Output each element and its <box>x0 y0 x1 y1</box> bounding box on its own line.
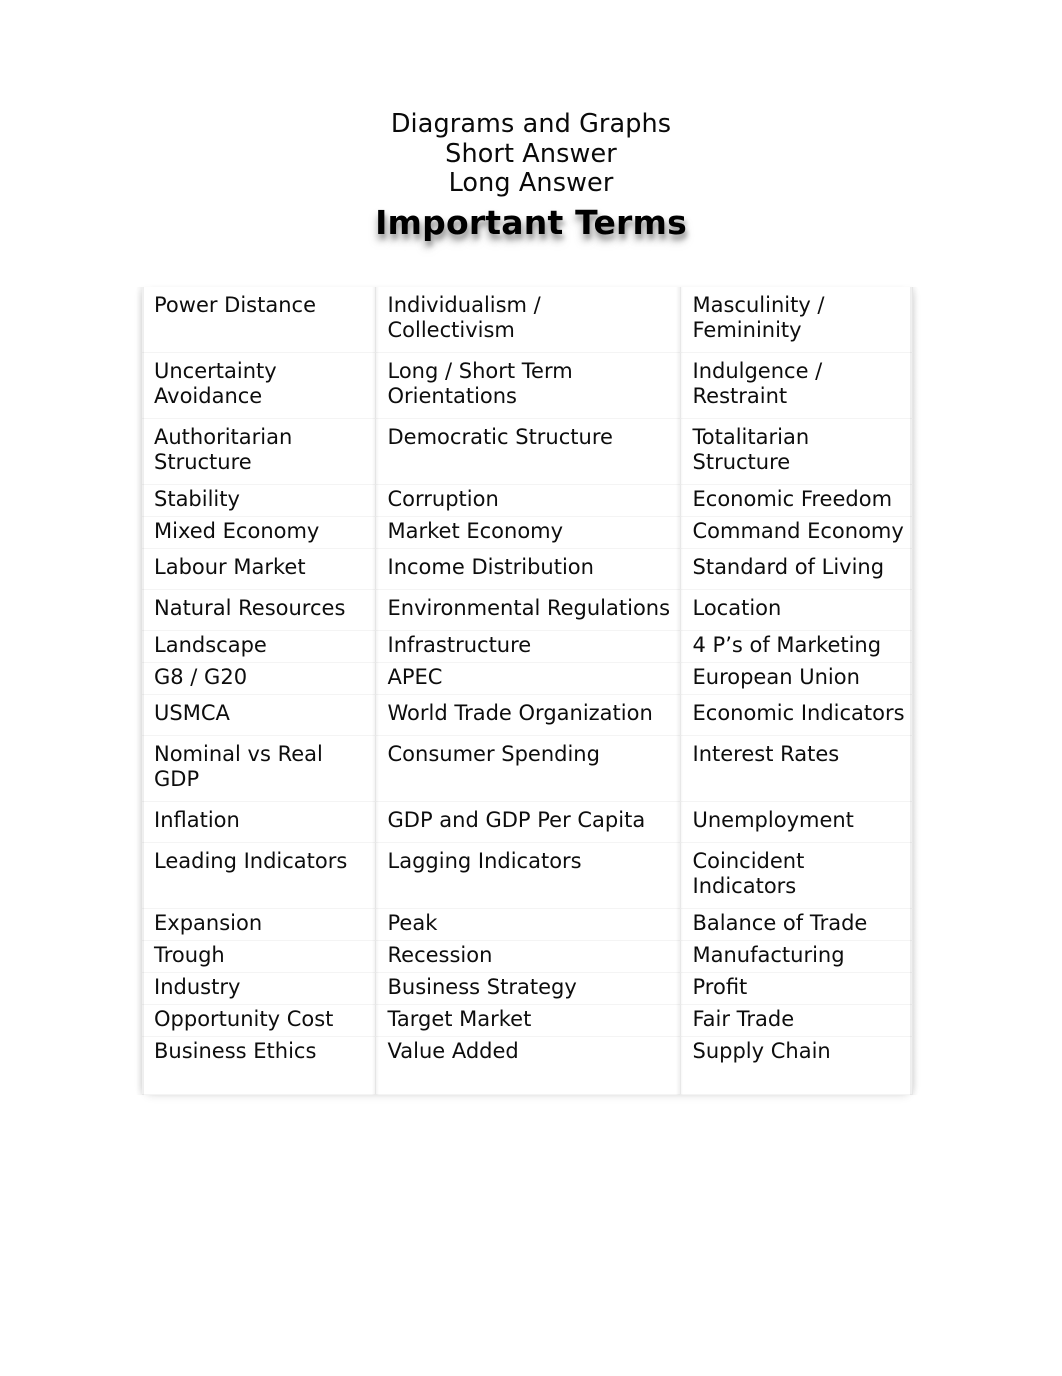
table-row: G8 / G20 APEC European Union <box>142 662 913 695</box>
table-cell: Democratic Structure <box>375 418 681 485</box>
table-cell: GDP and GDP Per Capita <box>375 801 681 843</box>
table-row: Nominal vs Real GDP Consumer Spending Inte… <box>142 735 913 802</box>
table-row: Trough Recession Manufacturing <box>142 940 913 973</box>
table-cell: Stability <box>142 484 376 517</box>
table-row: Landscape Infrastructure 4 P’s of Marketin… <box>142 630 913 663</box>
table-row: Inflation GDP and GDP Per Capita Unemploym… <box>142 801 913 843</box>
table-cell: Infrastructure <box>375 630 681 663</box>
table-row: Labour Market Income Distribution Standard… <box>142 548 913 590</box>
document-header: Diagrams and Graphs Short Answer Long An… <box>0 0 1062 243</box>
table-cell: Business Ethics <box>142 1036 376 1095</box>
table-cell: Fair Trade <box>680 1004 913 1037</box>
table-cell: Nominal vs Real GDP <box>142 735 376 802</box>
table-cell: Mixed Economy <box>142 516 376 549</box>
table-cell: Individualism / Collectivism <box>375 287 681 353</box>
table-cell: Totalitarian Structure <box>680 418 913 485</box>
table-cell: Landscape <box>142 630 376 663</box>
table-cell: Masculinity / Femininity <box>680 287 913 353</box>
page-title: Important Terms <box>375 202 687 242</box>
table-cell: Trough <box>142 940 376 973</box>
table-cell: Consumer Spending <box>375 735 681 802</box>
table-cell: Recession <box>375 940 681 973</box>
table-cell: APEC <box>375 662 681 695</box>
table-row: Mixed Economy Market Economy Command Econo… <box>142 516 913 549</box>
table-cell: USMCA <box>142 694 376 736</box>
table-cell: Standard of Living <box>680 548 913 590</box>
table-row: Power Distance Individualism / Collectivi… <box>142 287 913 353</box>
table-cell: Economic Indicators <box>680 694 913 736</box>
document-page: Diagrams and Graphs Short Answer Long An… <box>0 0 1062 1376</box>
table-cell: Target Market <box>375 1004 681 1037</box>
table-row: Stability Corruption Economic Freedom <box>142 484 913 517</box>
table-cell: Labour Market <box>142 548 376 590</box>
table-cell: Industry <box>142 972 376 1005</box>
table-cell: Expansion <box>142 908 376 941</box>
table-row: Expansion Peak Balance of Trade <box>142 908 913 941</box>
table-cell: Supply Chain <box>680 1036 913 1095</box>
table-cell: Inflation <box>142 801 376 843</box>
table-cell: Profit <box>680 972 913 1005</box>
table-cell: Coincident Indicators <box>680 842 913 909</box>
header-line-1: Diagrams and Graphs <box>390 109 672 139</box>
table-cell: G8 / G20 <box>142 662 376 695</box>
table-cell: Manufacturing <box>680 940 913 973</box>
table-row: Industry Business Strategy Profit <box>142 972 913 1005</box>
table-cell: Business Strategy <box>375 972 681 1005</box>
page-title-wrapper: Important Terms <box>0 203 1062 243</box>
table-cell: Peak <box>375 908 681 941</box>
table-cell: Value Added <box>375 1036 681 1095</box>
header-line-3: Long Answer <box>448 168 614 198</box>
table-cell: Leading Indicators <box>142 842 376 909</box>
table-cell: Market Economy <box>375 516 681 549</box>
table-cell: World Trade Organization <box>375 694 681 736</box>
table-row: Authoritarian Structure Democratic Struct… <box>142 418 913 485</box>
table-cell: Unemployment <box>680 801 913 843</box>
table-row: Natural Resources Environmental Regulatio… <box>142 589 913 631</box>
table-cell: Command Economy <box>680 516 913 549</box>
table-cell: Environmental Regulations <box>375 589 681 631</box>
table-cell: Uncertainty Avoidance <box>142 352 376 419</box>
table-cell: Opportunity Cost <box>142 1004 376 1037</box>
table-row: Business Ethics Value Added Supply Chain <box>142 1036 913 1095</box>
table-cell: Income Distribution <box>375 548 681 590</box>
table-cell: Location <box>680 589 913 631</box>
table-cell: Economic Freedom <box>680 484 913 517</box>
table-cell: Indulgence / Restraint <box>680 352 913 419</box>
table-row: Uncertainty Avoidance Long / Short Term O… <box>142 352 913 419</box>
important-terms-table: Power Distance Individualism / Collectivi… <box>142 287 913 1095</box>
table-cell: Authoritarian Structure <box>142 418 376 485</box>
table-row: USMCA World Trade Organization Economic In… <box>142 694 913 736</box>
table-cell: 4 P’s of Marketing <box>680 630 913 663</box>
table-cell: Long / Short Term Orientations <box>375 352 681 419</box>
important-terms-table-container: Power Distance Individualism / Collectivi… <box>136 287 918 1095</box>
table-cell: Interest Rates <box>680 735 913 802</box>
table-row: Leading Indicators Lagging Indicators Coin… <box>142 842 913 909</box>
table-row: Opportunity Cost Target Market Fair Trade <box>142 1004 913 1037</box>
table-cell: Balance of Trade <box>680 908 913 941</box>
table-cell: Lagging Indicators <box>375 842 681 909</box>
table-cell: European Union <box>680 662 913 695</box>
table-cell: Power Distance <box>142 287 376 353</box>
table-cell: Natural Resources <box>142 589 376 631</box>
header-line-2: Short Answer <box>445 138 617 169</box>
table-cell: Corruption <box>375 484 681 517</box>
